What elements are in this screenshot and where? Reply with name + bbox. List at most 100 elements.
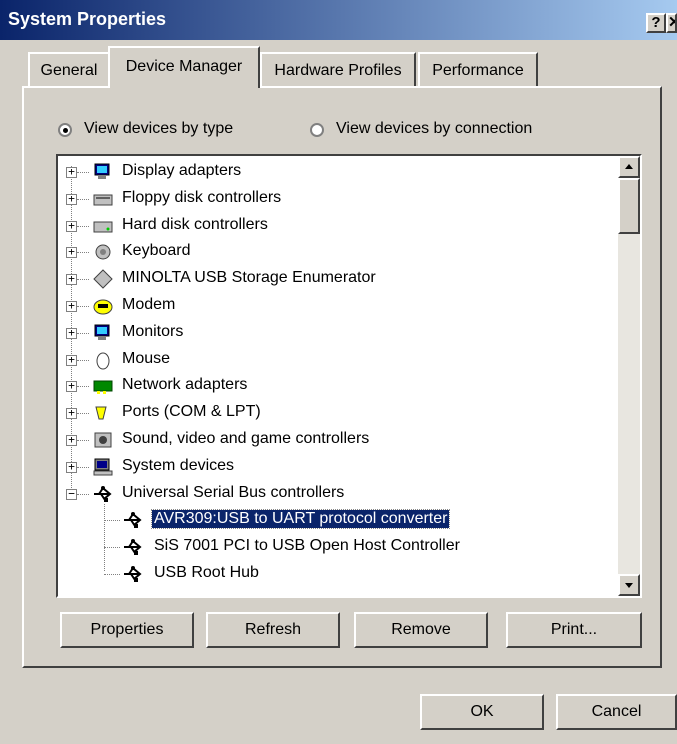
view-by-type-label[interactable]: View devices by type: [84, 120, 233, 138]
radio-dot: [63, 128, 68, 133]
tree-connector-line: [77, 386, 89, 388]
expand-icon[interactable]: +: [66, 193, 77, 205]
refresh-button[interactable]: Refresh: [206, 612, 340, 648]
close-button[interactable]: ✕: [666, 13, 677, 33]
tree-item-label: Floppy disk controllers: [122, 188, 282, 206]
scroll-down-button[interactable]: [618, 574, 640, 596]
usb-icon: [94, 485, 112, 502]
tab-hardware-profiles[interactable]: Hardware Profiles: [260, 52, 416, 86]
tab-general[interactable]: General: [28, 52, 110, 86]
expand-icon[interactable]: +: [66, 246, 77, 259]
tree-item[interactable]: + Mouse: [58, 348, 618, 374]
tree-item[interactable]: + Network adapters: [58, 374, 618, 400]
view-by-connection-label[interactable]: View devices by connection: [336, 120, 532, 138]
tree-connector-line: [77, 332, 89, 334]
tree-connector-line: [77, 466, 89, 468]
tree-child-item[interactable]: AVR309:USB to UART protocol converter: [58, 508, 618, 534]
tree-item[interactable]: + MINOLTA USB Storage Enumerator: [58, 267, 618, 293]
monitor-icon: [94, 324, 110, 340]
tree-item[interactable]: + Ports (COM & LPT): [58, 401, 618, 427]
floppy-controller-icon: [93, 194, 113, 206]
tree-item-label: SiS 7001 PCI to USB Open Host Controller: [154, 537, 460, 555]
print-button[interactable]: Print...: [506, 612, 642, 648]
tree-connector-line: [77, 306, 89, 307]
expand-icon[interactable]: +: [66, 300, 77, 312]
expand-icon[interactable]: +: [66, 354, 77, 366]
tree-child-item[interactable]: SiS 7001 PCI to USB Open Host Controller: [58, 535, 618, 561]
tree-item-label: System devices: [122, 456, 235, 474]
tree-item-label: AVR309:USB to UART protocol converter: [150, 509, 451, 530]
device-tree[interactable]: + Display adapters + Floppy disk controller…: [56, 154, 642, 598]
expand-icon[interactable]: +: [66, 327, 77, 339]
tree-connector-line: [104, 574, 120, 575]
tree-item[interactable]: + Display adapters: [58, 160, 618, 186]
tab-device-manager[interactable]: Device Manager: [108, 46, 260, 88]
system-properties-window: System Properties ? ✕ General Device Man…: [0, 0, 677, 744]
mouse-icon: [96, 352, 110, 370]
ok-button[interactable]: OK: [420, 694, 544, 730]
tree-item-label: MINOLTA USB Storage Enumerator: [122, 269, 376, 287]
tree-item[interactable]: + Monitors: [58, 321, 618, 347]
help-button[interactable]: ?: [646, 13, 666, 33]
tree-item-label: Mouse: [122, 349, 171, 367]
sound-icon: [94, 432, 112, 448]
network-adapter-icon: [93, 380, 113, 395]
expand-icon[interactable]: +: [66, 220, 77, 232]
expand-icon[interactable]: +: [66, 434, 77, 446]
arrow-down-icon: [625, 583, 633, 588]
expand-icon[interactable]: +: [66, 380, 77, 393]
collapse-icon[interactable]: −: [66, 488, 77, 500]
tree-connector-line: [77, 172, 89, 173]
tree-item-label: Keyboard: [122, 242, 191, 260]
tree-connector-line: [77, 252, 89, 254]
tree-item-label: Universal Serial Bus controllers: [122, 483, 345, 501]
tree-item[interactable]: + System devices: [58, 455, 618, 481]
tree-child-item[interactable]: USB Root Hub: [58, 562, 618, 588]
tree-connector-line: [77, 413, 89, 415]
usb-icon: [124, 566, 142, 582]
cancel-button[interactable]: Cancel: [556, 694, 677, 730]
tree-connector-line: [77, 225, 89, 227]
tree-item-label: USB Root Hub: [154, 564, 259, 581]
expand-icon[interactable]: +: [66, 461, 77, 473]
display-icon: [94, 163, 110, 179]
tree-item-label: Monitors: [122, 322, 184, 340]
radio-view-by-type[interactable]: [58, 123, 72, 137]
modem-icon: [93, 299, 113, 315]
title-bar[interactable]: System Properties ? ✕: [0, 0, 677, 40]
tree-connector-line: [77, 279, 89, 281]
tree-item[interactable]: + Modem: [58, 294, 618, 320]
tree-connector-line: [77, 440, 89, 441]
tree-item-label: Ports (COM & LPT): [122, 403, 261, 421]
tree-item[interactable]: + Floppy disk controllers: [58, 187, 618, 213]
tree-connector-line: [104, 520, 120, 522]
usb-icon: [124, 512, 142, 529]
system-devices-icon: [93, 458, 113, 476]
expand-icon[interactable]: +: [66, 166, 77, 178]
hard-disk-controller-icon: [93, 221, 113, 233]
port-icon: [95, 406, 107, 420]
close-icon: ✕: [668, 15, 675, 31]
tree-item[interactable]: − Universal Serial Bus controllers: [58, 482, 618, 508]
tree-connector-line: [77, 493, 89, 495]
tree-item[interactable]: + Keyboard: [58, 240, 618, 266]
expand-icon[interactable]: +: [66, 273, 77, 286]
tree-connector-line: [104, 547, 120, 549]
usb-icon: [124, 539, 142, 556]
expand-icon[interactable]: +: [66, 407, 77, 420]
properties-button[interactable]: Properties: [60, 612, 194, 648]
arrow-up-icon: [625, 164, 633, 169]
tree-item-label: Sound, video and game controllers: [122, 430, 370, 447]
tree-item-label: Network adapters: [122, 376, 248, 394]
tree-item[interactable]: + Hard disk controllers: [58, 214, 618, 240]
remove-button[interactable]: Remove: [354, 612, 488, 648]
vertical-scrollbar[interactable]: [618, 156, 640, 596]
scroll-thumb[interactable]: [618, 178, 640, 234]
tree-item-label: Hard disk controllers: [122, 215, 268, 233]
radio-view-by-connection[interactable]: [310, 123, 324, 137]
scroll-up-button[interactable]: [618, 156, 640, 178]
diamond-icon: [93, 269, 113, 289]
tree-item[interactable]: + Sound, video and game controllers: [58, 428, 618, 454]
tree-item-label: Display adapters: [122, 162, 242, 179]
tab-performance[interactable]: Performance: [418, 52, 538, 86]
